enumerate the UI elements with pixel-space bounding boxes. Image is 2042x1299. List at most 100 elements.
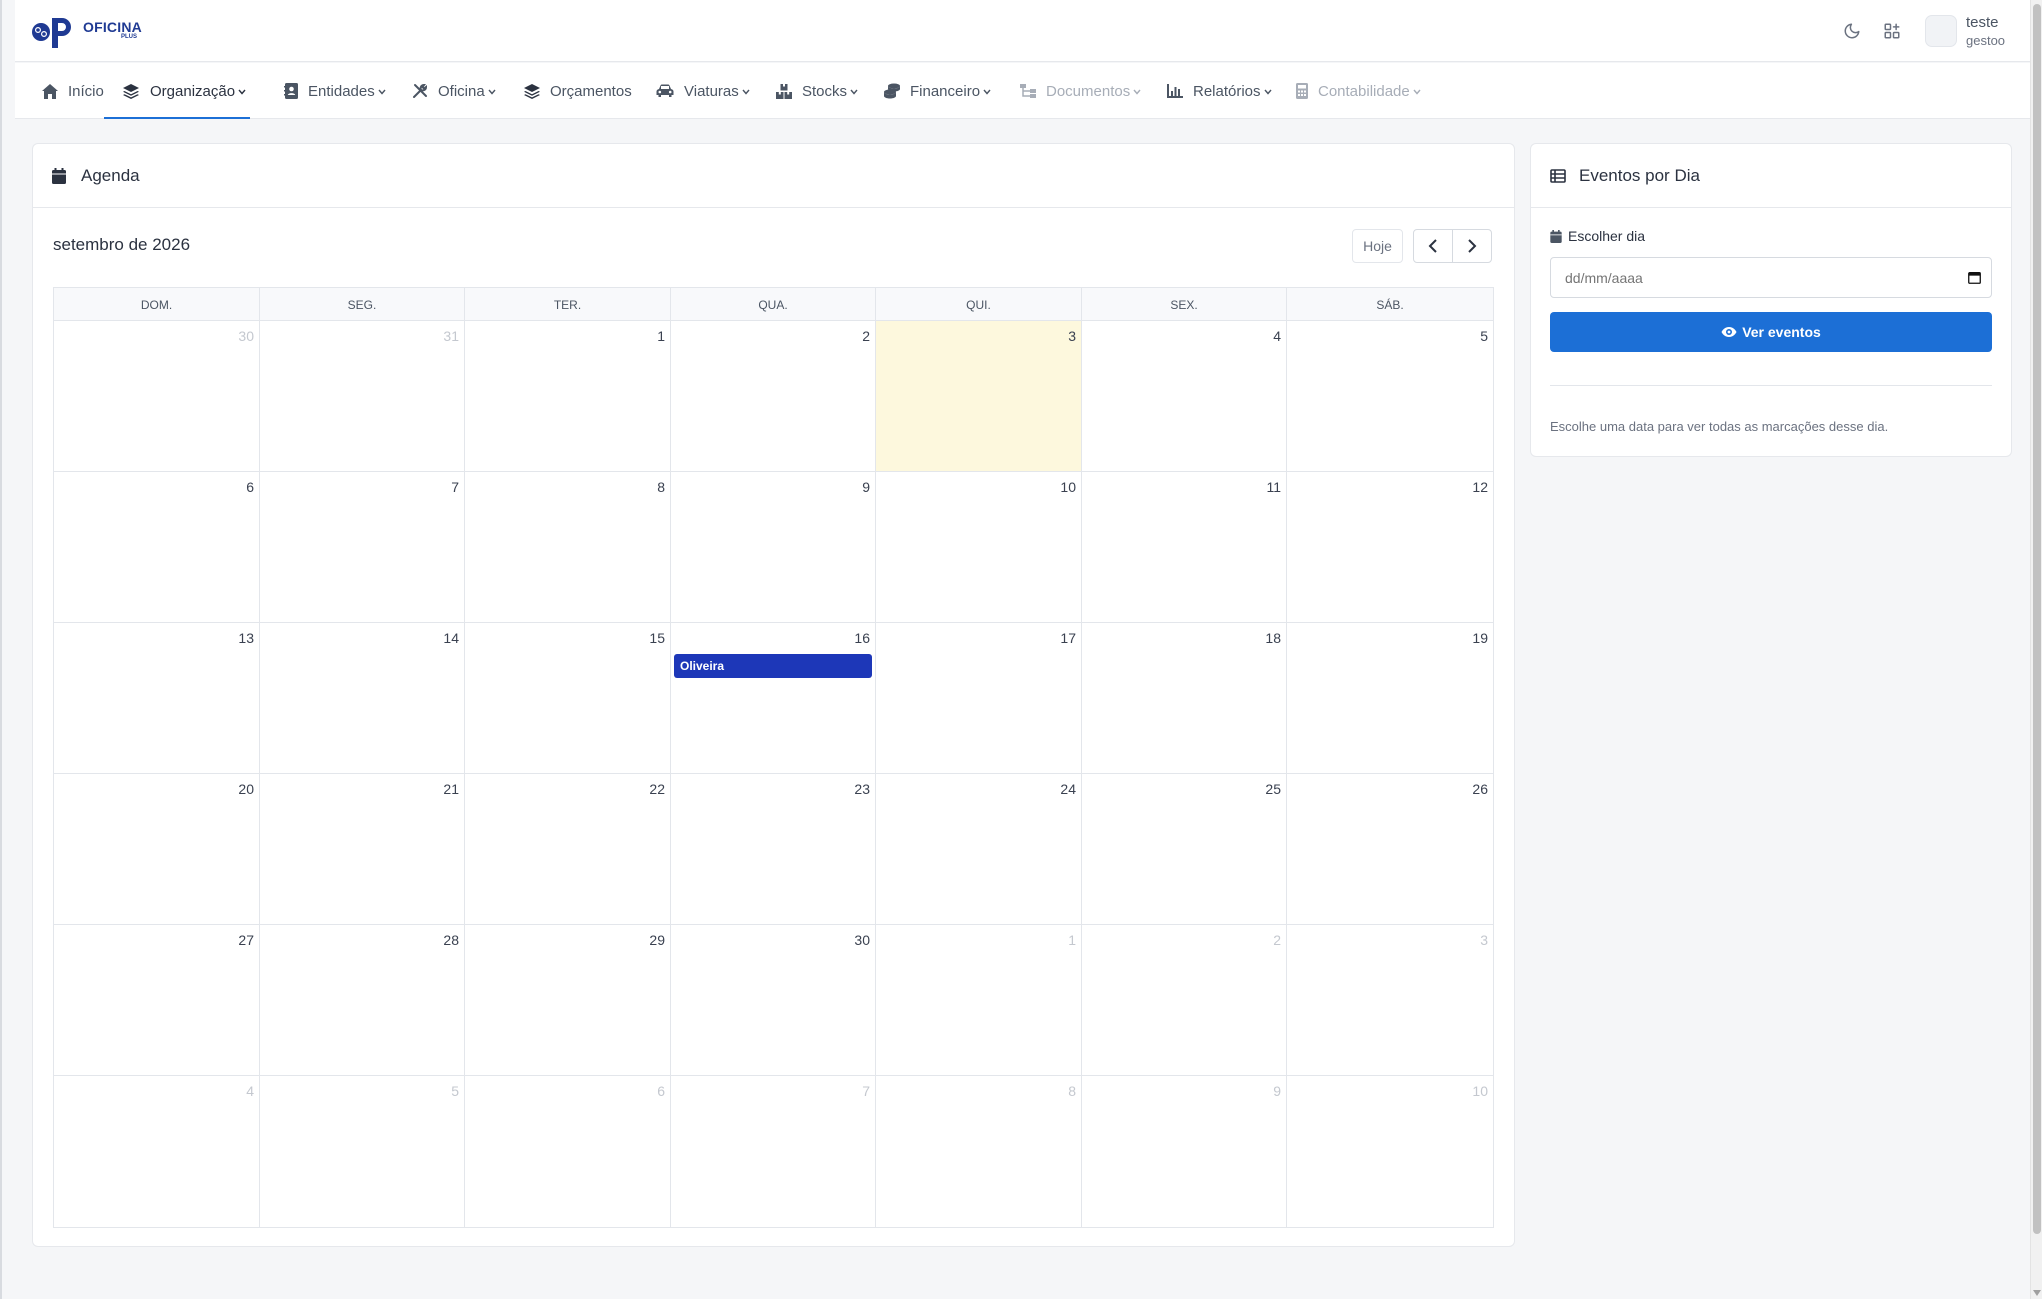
calendar-day[interactable]: 17 bbox=[876, 623, 1082, 774]
calendar-day[interactable]: 5 bbox=[1287, 321, 1493, 472]
calendar-day[interactable]: 6 bbox=[54, 472, 260, 623]
day-number[interactable]: 20 bbox=[238, 781, 254, 797]
day-number[interactable]: 25 bbox=[1265, 781, 1281, 797]
user-name[interactable]: teste bbox=[1966, 14, 1999, 31]
date-input[interactable] bbox=[1550, 257, 1992, 298]
day-number[interactable]: 9 bbox=[862, 479, 870, 495]
day-number[interactable]: 1 bbox=[1068, 932, 1076, 948]
calendar-day[interactable]: 24 bbox=[876, 774, 1082, 925]
calendar-day[interactable]: 25 bbox=[1082, 774, 1287, 925]
nav-item-stocks[interactable]: Stocks bbox=[758, 63, 858, 119]
day-number[interactable]: 8 bbox=[1068, 1083, 1076, 1099]
calendar-day[interactable]: 6 bbox=[465, 1076, 671, 1227]
day-number[interactable]: 22 bbox=[649, 781, 665, 797]
day-number[interactable]: 18 bbox=[1265, 630, 1281, 646]
day-number[interactable]: 16 bbox=[854, 630, 870, 646]
calendar-day[interactable]: 15 bbox=[465, 623, 671, 774]
day-number[interactable]: 6 bbox=[246, 479, 254, 495]
day-number[interactable]: 10 bbox=[1060, 479, 1076, 495]
calendar-day[interactable]: 2 bbox=[1082, 925, 1287, 1076]
logo[interactable]: OFICINA PLUS bbox=[15, 0, 165, 62]
calendar-day[interactable]: 29 bbox=[465, 925, 671, 1076]
day-number[interactable]: 4 bbox=[246, 1083, 254, 1099]
calendar-day[interactable]: 30 bbox=[54, 321, 260, 472]
day-number[interactable]: 7 bbox=[451, 479, 459, 495]
calendar-event[interactable]: Oliveira bbox=[674, 654, 872, 678]
day-number[interactable]: 17 bbox=[1060, 630, 1076, 646]
day-number[interactable]: 31 bbox=[443, 328, 459, 344]
day-number[interactable]: 28 bbox=[443, 932, 459, 948]
calendar-day[interactable]: 2 bbox=[671, 321, 876, 472]
next-month-button[interactable] bbox=[1452, 229, 1492, 263]
nav-item-relatorios[interactable]: Relatórios bbox=[1149, 63, 1272, 119]
calendar-day[interactable]: 5 bbox=[260, 1076, 465, 1227]
day-number[interactable]: 27 bbox=[238, 932, 254, 948]
calendar-day[interactable]: 9 bbox=[671, 472, 876, 623]
calendar-day[interactable]: 31 bbox=[260, 321, 465, 472]
day-number[interactable]: 19 bbox=[1472, 630, 1488, 646]
calendar-day[interactable]: 7 bbox=[671, 1076, 876, 1227]
calendar-day[interactable]: 23 bbox=[671, 774, 876, 925]
calendar-day[interactable]: 21 bbox=[260, 774, 465, 925]
calendar-day[interactable]: 8 bbox=[876, 1076, 1082, 1227]
calendar-day[interactable]: 30 bbox=[671, 925, 876, 1076]
day-number[interactable]: 10 bbox=[1472, 1083, 1488, 1099]
day-number[interactable]: 14 bbox=[443, 630, 459, 646]
nav-item-orcamentos[interactable]: Orçamentos bbox=[506, 63, 632, 119]
nav-item-financeiro[interactable]: Financeiro bbox=[866, 63, 991, 119]
nav-item-documentos[interactable]: Documentos bbox=[1002, 63, 1141, 119]
day-number[interactable]: 3 bbox=[1480, 932, 1488, 948]
calendar-day-today[interactable]: 3 bbox=[876, 321, 1082, 472]
calendar-day[interactable]: 14 bbox=[260, 623, 465, 774]
day-number[interactable]: 26 bbox=[1472, 781, 1488, 797]
calendar-day[interactable]: 28 bbox=[260, 925, 465, 1076]
calendar-day[interactable]: 27 bbox=[54, 925, 260, 1076]
day-number[interactable]: 1 bbox=[657, 328, 665, 344]
dark-mode-toggle[interactable] bbox=[1841, 20, 1863, 42]
day-number[interactable]: 9 bbox=[1273, 1083, 1281, 1099]
day-number[interactable]: 29 bbox=[649, 932, 665, 948]
calendar-day[interactable]: 19 bbox=[1287, 623, 1493, 774]
day-number[interactable]: 5 bbox=[1480, 328, 1488, 344]
nav-item-inicio[interactable]: Início bbox=[24, 63, 104, 119]
day-number[interactable]: 15 bbox=[649, 630, 665, 646]
calendar-day[interactable]: 10 bbox=[1287, 1076, 1493, 1227]
day-number[interactable]: 30 bbox=[238, 328, 254, 344]
calendar-day[interactable]: 16 Oliveira bbox=[671, 623, 876, 774]
apps-button[interactable] bbox=[1881, 20, 1903, 42]
day-number[interactable]: 8 bbox=[657, 479, 665, 495]
calendar-day[interactable]: 20 bbox=[54, 774, 260, 925]
day-number[interactable]: 30 bbox=[854, 932, 870, 948]
day-number[interactable]: 2 bbox=[1273, 932, 1281, 948]
calendar-day[interactable]: 1 bbox=[465, 321, 671, 472]
today-button[interactable]: Hoje bbox=[1352, 229, 1403, 263]
calendar-day[interactable]: 26 bbox=[1287, 774, 1493, 925]
scrollbar-thumb[interactable] bbox=[2033, 4, 2041, 1234]
prev-month-button[interactable] bbox=[1413, 229, 1453, 263]
calendar-day[interactable]: 22 bbox=[465, 774, 671, 925]
day-number[interactable]: 5 bbox=[451, 1083, 459, 1099]
calendar-day[interactable]: 3 bbox=[1287, 925, 1493, 1076]
nav-item-viaturas[interactable]: Viaturas bbox=[638, 63, 750, 119]
page-scrollbar[interactable] bbox=[2030, 0, 2042, 1299]
nav-item-contabilidade[interactable]: Contabilidade bbox=[1278, 63, 1421, 119]
calendar-day[interactable]: 10 bbox=[876, 472, 1082, 623]
calendar-day[interactable]: 1 bbox=[876, 925, 1082, 1076]
day-number[interactable]: 12 bbox=[1472, 479, 1488, 495]
calendar-day[interactable]: 13 bbox=[54, 623, 260, 774]
day-number[interactable]: 4 bbox=[1273, 328, 1281, 344]
calendar-day[interactable]: 8 bbox=[465, 472, 671, 623]
day-number[interactable]: 7 bbox=[862, 1083, 870, 1099]
avatar[interactable] bbox=[1925, 15, 1957, 47]
calendar-day[interactable]: 12 bbox=[1287, 472, 1493, 623]
day-number[interactable]: 2 bbox=[862, 328, 870, 344]
date-picker-icon[interactable] bbox=[1968, 271, 1981, 289]
calendar-day[interactable]: 4 bbox=[54, 1076, 260, 1227]
day-number[interactable]: 11 bbox=[1266, 479, 1281, 495]
nav-item-entidades[interactable]: Entidades bbox=[266, 63, 386, 119]
nav-item-oficina[interactable]: Oficina bbox=[394, 63, 496, 119]
calendar-day[interactable]: 11 bbox=[1082, 472, 1287, 623]
scroll-down-arrow-icon[interactable] bbox=[2033, 1290, 2041, 1296]
day-number[interactable]: 6 bbox=[657, 1083, 665, 1099]
calendar-day[interactable]: 7 bbox=[260, 472, 465, 623]
